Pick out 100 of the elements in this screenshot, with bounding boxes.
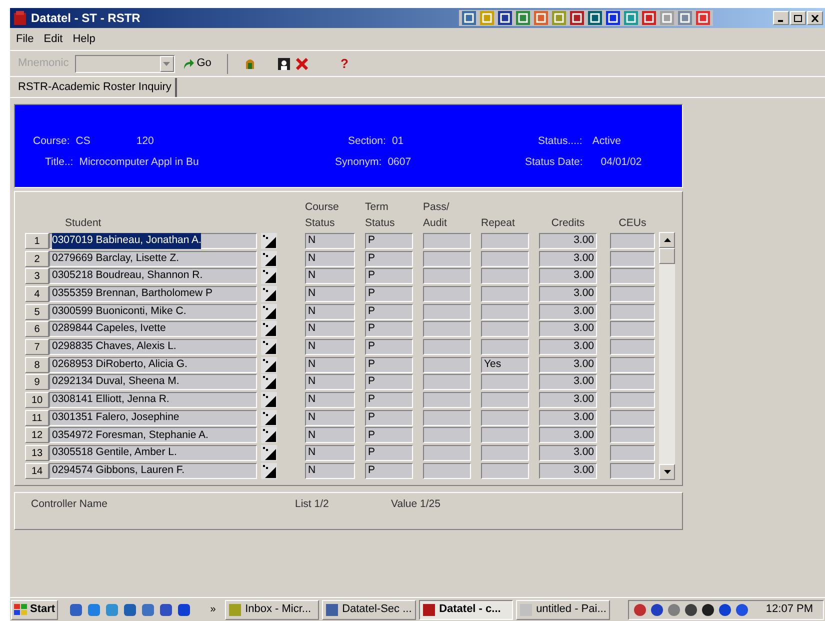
field-label: Synonym: [335,155,382,170]
student-field[interactable]: 0307019 Babineau, Jonathan A. [49,232,257,249]
student-field[interactable]: 0300599 Buoniconti, Mike C. [49,304,257,320]
credits-field[interactable]: 3.00 [539,232,597,249]
column-heading: Status [305,216,336,231]
term-status-field[interactable]: P [365,356,413,373]
repeat-field[interactable]: Yes [481,356,529,373]
credits-field[interactable]: 3.00 [539,304,597,320]
taskbar-button[interactable]: Datatel - c... [419,600,514,620]
course-status-field[interactable]: N [305,321,355,338]
term-status-field[interactable]: P [365,286,413,302]
student-field[interactable]: 0268953 DiRoberto, Alicia G. [49,356,257,373]
more-button[interactable]: » [204,602,222,617]
term-status-field[interactable]: P [365,462,413,479]
credits-field[interactable]: 3.00 [539,410,597,426]
course-status-field[interactable]: N [305,356,355,373]
course-status-field[interactable]: N [305,338,355,355]
term-status-field[interactable]: P [365,268,413,284]
row-number-button[interactable]: 14 [25,462,49,479]
row-number-button[interactable]: 7 [25,338,49,355]
column-heading: Course [305,200,340,215]
credits-field[interactable]: 3.00 [539,268,597,284]
credits-field[interactable]: 3.00 [539,356,597,373]
course-status-field[interactable]: N [305,232,355,249]
course-status-field[interactable]: N [305,374,355,390]
term-status-field[interactable]: P [365,338,413,355]
student-field[interactable]: 0355359 Brennan, Bartholomew P [49,286,257,302]
menu-item[interactable]: Edit [44,30,63,48]
taskbar-button[interactable]: Inbox - Micr... [225,600,320,620]
row-number-button[interactable]: 8 [25,356,49,373]
taskbar-button[interactable]: untitled - Pai... [516,600,610,620]
row-number-button[interactable]: 10 [25,392,49,408]
term-status-field[interactable]: P [365,304,413,320]
column-heading: Status [365,216,396,231]
row-number-button[interactable]: 5 [25,304,49,320]
course-status-field[interactable]: N [305,462,355,479]
student-field[interactable]: 0298835 Chaves, Alexis L. [49,338,257,355]
credits-field[interactable]: 3.00 [539,445,597,462]
credits-field[interactable]: 3.00 [539,427,597,444]
column-heading: Pass/ [423,200,450,215]
term-status-field[interactable]: P [365,427,413,444]
term-status-field[interactable]: P [365,374,413,390]
menu-item[interactable]: Help [72,30,96,48]
field-value: Active [592,134,621,148]
row-number-button[interactable]: 9 [25,374,49,390]
term-status-field[interactable]: P [365,410,413,426]
credits-field[interactable]: 3.00 [539,462,597,479]
controller-name: Controller Name [31,497,108,512]
taskbar-button[interactable]: Datatel-Sec ... [322,600,416,620]
row-number-button[interactable]: 11 [25,410,49,426]
credits-field[interactable]: 3.00 [539,374,597,390]
column-heading: Repeat [481,216,516,231]
row-number-button[interactable]: 13 [25,445,49,462]
credits-field[interactable]: 3.00 [539,250,597,267]
course-status-field[interactable]: N [305,392,355,408]
row-number-button[interactable]: 4 [25,286,49,302]
row-number-button[interactable]: 6 [25,321,49,338]
term-status-field[interactable]: P [365,445,413,462]
field-label: Course: [33,134,70,148]
field-value: 04/01/02 [600,155,642,170]
menu-item[interactable]: File [16,30,34,48]
row-number-button[interactable]: 1 [25,232,49,249]
list-position: List 1/2 [295,497,330,512]
column-heading: Credits [551,216,585,231]
window-title: Datatel - ST - RSTR [31,10,140,27]
term-status-field[interactable]: P [365,321,413,338]
course-status-field[interactable]: N [305,410,355,426]
term-status-field[interactable]: P [365,392,413,408]
term-status-field[interactable]: P [365,232,413,249]
credits-field[interactable]: 3.00 [539,338,597,355]
row-number-button[interactable]: 12 [25,427,49,444]
student-field[interactable]: 0301351 Falero, Josephine [49,410,257,426]
course-status-field[interactable]: N [305,250,355,267]
student-field[interactable]: 0305218 Boudreau, Shannon R. [49,268,257,284]
student-field[interactable]: 0308141 Elliott, Jenna R. [49,392,257,408]
student-field[interactable]: 0354972 Foresman, Stephanie A. [49,427,257,444]
credits-field[interactable]: 3.00 [539,392,597,408]
course-status-field[interactable]: N [305,427,355,444]
field-label: Status Date: [525,155,583,170]
column-heading: Term [365,200,390,215]
field-value: 120 [136,134,154,148]
help-button[interactable]: ? [340,54,348,74]
field-value: 01 [392,134,404,148]
student-field[interactable]: 0279669 Barclay, Lisette Z. [49,250,257,267]
credits-field[interactable]: 3.00 [539,321,597,338]
course-status-field[interactable]: N [305,445,355,462]
row-number-button[interactable]: 2 [25,250,49,267]
student-field[interactable]: 0292134 Duval, Sheena M. [49,374,257,390]
row-number-button[interactable]: 3 [25,268,49,284]
course-status-field[interactable]: N [305,304,355,320]
credits-field[interactable]: 3.00 [539,286,597,302]
field-label: Title..: [45,155,74,170]
term-status-field[interactable]: P [365,250,413,267]
course-status-field[interactable]: N [305,286,355,302]
student-field[interactable]: 0294574 Gibbons, Lauren F. [49,462,257,479]
start-button[interactable]: Start [11,600,58,620]
go-button[interactable]: Go [180,55,214,72]
course-status-field[interactable]: N [305,268,355,284]
student-field[interactable]: 0289844 Capeles, Ivette [49,321,257,338]
student-field[interactable]: 0305518 Gentile, Amber L. [49,445,257,462]
